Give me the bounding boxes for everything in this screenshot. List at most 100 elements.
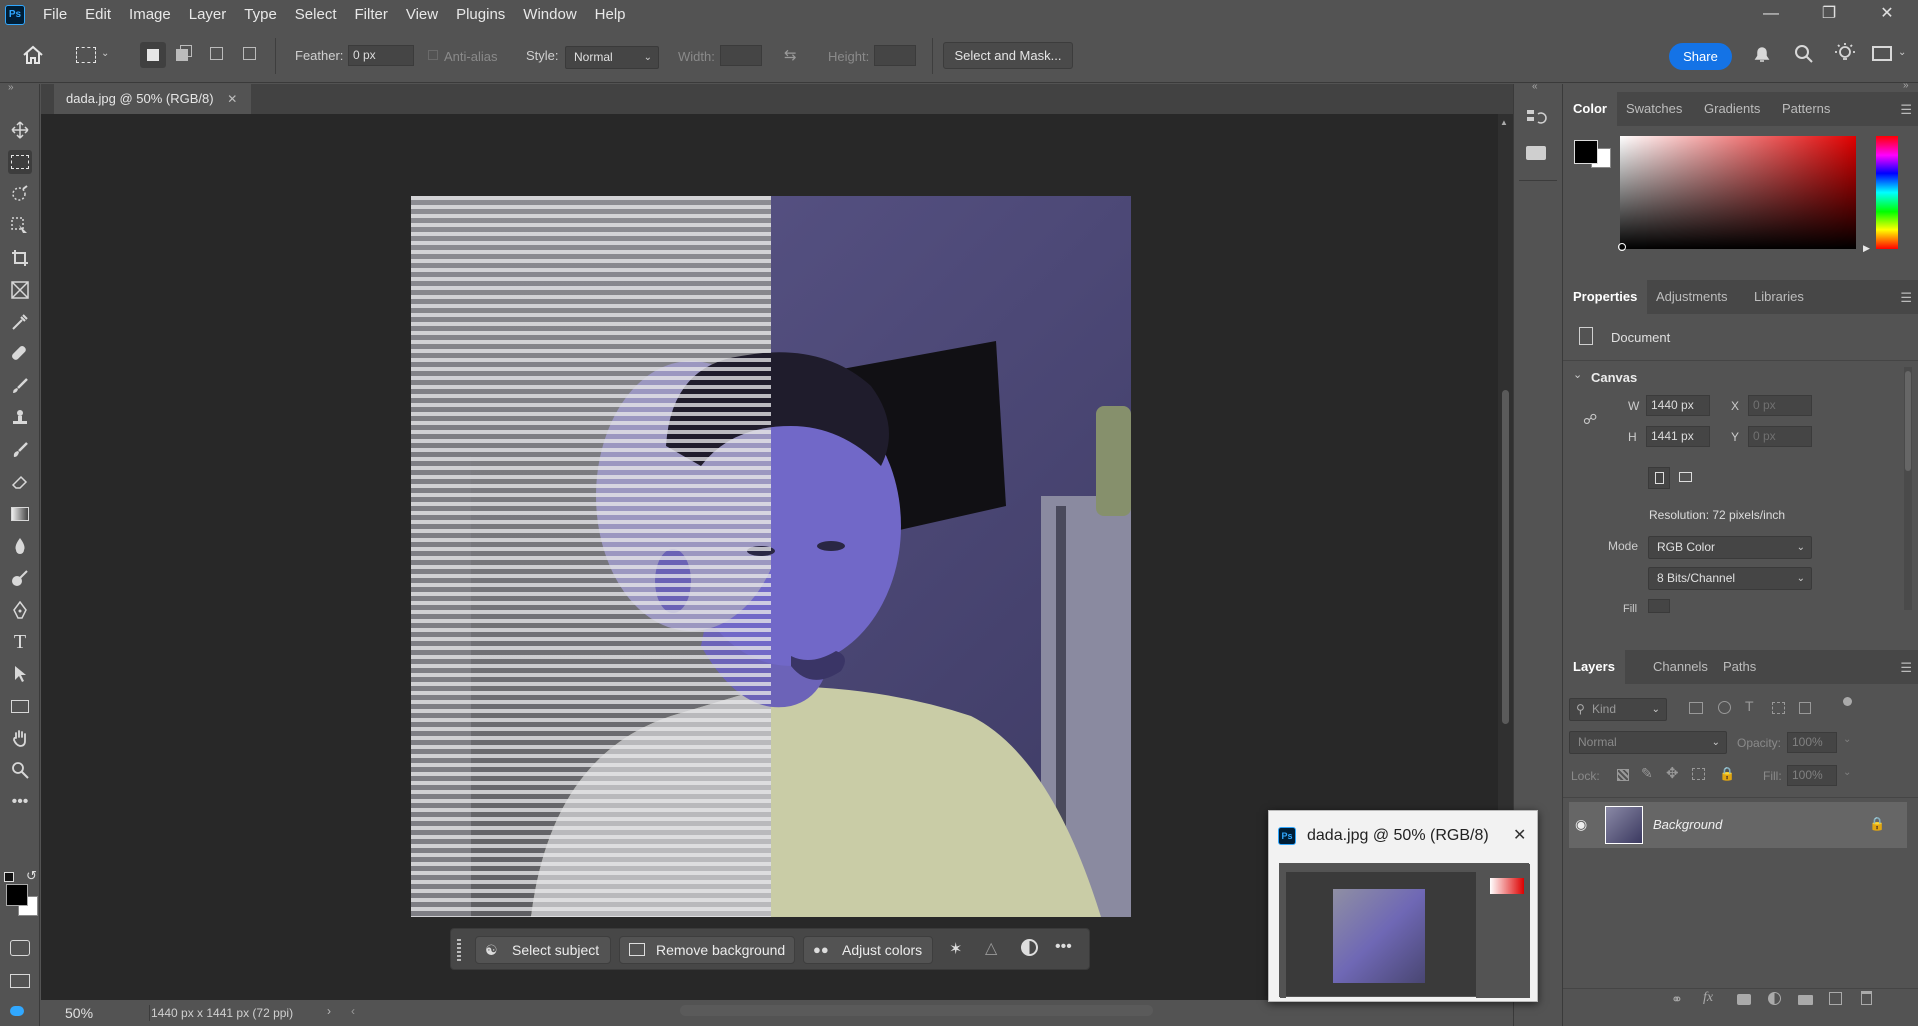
path-selection-tool-icon[interactable] (8, 662, 32, 686)
share-button[interactable]: Share (1669, 43, 1732, 70)
new-layer-icon[interactable] (1829, 992, 1842, 1005)
width-input[interactable] (720, 45, 762, 66)
filter-smart-object-icon[interactable] (1799, 702, 1811, 714)
canvas-height-input[interactable]: 1441 px (1646, 426, 1710, 447)
menu-type[interactable]: Type (235, 0, 286, 30)
filter-pixel-icon[interactable] (1689, 702, 1703, 714)
tab-adjustments[interactable]: Adjustments (1656, 280, 1728, 314)
filter-shape-icon[interactable] (1772, 702, 1785, 714)
vertical-scrollbar-thumb[interactable] (1502, 390, 1509, 724)
frame-tool-icon[interactable] (8, 278, 32, 302)
tab-patterns[interactable]: Patterns (1782, 92, 1830, 126)
lock-artboard-icon[interactable] (1692, 768, 1705, 780)
zoom-level[interactable]: 50% (65, 1005, 93, 1021)
select-and-mask-button[interactable]: Select and Mask... (943, 42, 1073, 69)
dodge-tool-icon[interactable] (8, 566, 32, 590)
tab-layers[interactable]: Layers (1563, 650, 1625, 684)
adjust-colors-button[interactable]: ●● Adjust colors (803, 936, 933, 964)
canvas-x-input[interactable]: 0 px (1748, 395, 1812, 416)
tab-channels[interactable]: Channels (1653, 650, 1708, 684)
horizontal-scrollbar-thumb[interactable] (680, 1005, 1153, 1016)
pen-tool-icon[interactable] (8, 598, 32, 622)
opacity-input[interactable]: 100% (1787, 732, 1837, 753)
panel-menu-icon[interactable]: ☰ (1900, 290, 1912, 306)
chevron-down-icon[interactable]: ⌄ (101, 48, 109, 59)
canvas-width-input[interactable]: 1440 px (1646, 395, 1710, 416)
subtract-selection-icon[interactable] (210, 47, 223, 60)
mask-toggle-icon[interactable] (1021, 939, 1038, 956)
new-selection-button[interactable] (140, 42, 166, 68)
feather-input[interactable]: 0 px (348, 45, 414, 66)
drag-handle-icon[interactable] (457, 939, 461, 961)
link-layers-icon[interactable]: ⚭ (1671, 991, 1683, 1008)
chevron-down-icon[interactable]: ⌄ (1898, 47, 1906, 58)
foreground-color-swatch[interactable] (1574, 140, 1598, 164)
add-mask-icon[interactable] (1737, 994, 1751, 1005)
fill-swatch[interactable] (1648, 599, 1670, 613)
color-mode-select[interactable]: RGB Color ⌄ (1648, 536, 1812, 559)
intersect-selection-icon[interactable] (243, 47, 256, 60)
foreground-color-swatch[interactable] (6, 884, 28, 906)
blur-tool-icon[interactable] (8, 534, 32, 558)
status-menu-chevron-icon[interactable]: › (327, 1004, 331, 1018)
menu-plugins[interactable]: Plugins (447, 0, 514, 30)
document-tab[interactable]: dada.jpg @ 50% (RGB/8) ✕ (54, 84, 252, 114)
transform-icon[interactable]: △ (985, 938, 997, 958)
layer-name[interactable]: Background (1653, 817, 1722, 832)
object-selection-tool-icon[interactable] (8, 182, 32, 206)
hand-tool-icon[interactable] (8, 726, 32, 750)
zoom-tool-icon[interactable] (8, 758, 32, 782)
lock-position-icon[interactable]: ✥ (1666, 764, 1679, 782)
panel-menu-icon[interactable]: ☰ (1900, 102, 1912, 118)
lock-transparent-icon[interactable] (1617, 769, 1629, 781)
collapse-strip-icon[interactable]: « (1532, 81, 1538, 92)
new-group-icon[interactable] (1798, 995, 1813, 1005)
properties-scrollbar[interactable] (1904, 367, 1912, 610)
visibility-eye-icon[interactable]: ◉ (1575, 816, 1587, 833)
document-image[interactable] (411, 196, 1131, 917)
discover-lightbulb-icon[interactable] (1834, 42, 1856, 67)
quick-selection-tool-icon[interactable] (8, 214, 32, 238)
menu-help[interactable]: Help (586, 0, 635, 30)
lock-all-icon[interactable]: 🔒 (1719, 766, 1735, 782)
swap-icon[interactable]: ⇆ (784, 46, 797, 64)
delete-layer-icon[interactable] (1861, 991, 1872, 1005)
filter-toggle-icon[interactable] (1843, 697, 1852, 706)
tab-gradients[interactable]: Gradients (1704, 92, 1760, 126)
type-tool-icon[interactable]: T (8, 630, 32, 654)
tab-properties[interactable]: Properties (1563, 280, 1648, 314)
blend-mode-select[interactable]: Normal ⌄ (1569, 731, 1727, 754)
more-tools-icon[interactable]: ••• (8, 790, 32, 814)
filter-adjustment-icon[interactable] (1718, 701, 1731, 714)
screen-mode-icon[interactable] (10, 974, 30, 988)
collapse-tools-icon[interactable]: » (8, 82, 14, 93)
eraser-tool-icon[interactable] (8, 470, 32, 494)
generative-sparkle-icon[interactable]: ✶ (949, 939, 962, 959)
landscape-orientation-button[interactable] (1675, 467, 1697, 489)
home-icon[interactable] (22, 45, 44, 68)
height-input[interactable] (874, 45, 916, 66)
history-panel-icon[interactable] (1526, 108, 1548, 131)
tab-swatches[interactable]: Swatches (1626, 92, 1682, 126)
marquee-tool-preset-icon[interactable] (76, 47, 96, 63)
color-picker-handle[interactable] (1618, 243, 1626, 251)
chevron-down-icon[interactable]: ⌄ (1843, 767, 1851, 778)
hue-slider-handle-icon[interactable]: ▶ (1863, 243, 1870, 254)
layer-row-background[interactable]: ◉ Background 🔒 (1569, 802, 1907, 848)
layer-lock-icon[interactable]: 🔒 (1869, 816, 1885, 832)
panel-menu-icon[interactable]: ☰ (1900, 660, 1912, 676)
filter-type-icon[interactable]: T (1745, 698, 1754, 714)
menu-layer[interactable]: Layer (180, 0, 236, 30)
feedback-icon[interactable] (10, 1006, 24, 1016)
close-tab-icon[interactable]: ✕ (227, 92, 237, 106)
window-preview-popup[interactable]: Ps dada.jpg @ 50% (RGB/8) ✕ (1268, 810, 1538, 1002)
rectangular-marquee-tool-icon[interactable] (8, 150, 32, 174)
eyedropper-tool-icon[interactable] (8, 310, 32, 334)
minimize-icon[interactable]: — (1742, 0, 1800, 30)
notifications-bell-icon[interactable] (1753, 44, 1771, 67)
saturation-value-field[interactable] (1620, 136, 1856, 249)
history-brush-tool-icon[interactable] (8, 438, 32, 462)
chevron-down-icon[interactable]: ⌄ (1843, 734, 1851, 745)
search-icon[interactable] (1794, 44, 1814, 67)
bit-depth-select[interactable]: 8 Bits/Channel ⌄ (1648, 567, 1812, 590)
